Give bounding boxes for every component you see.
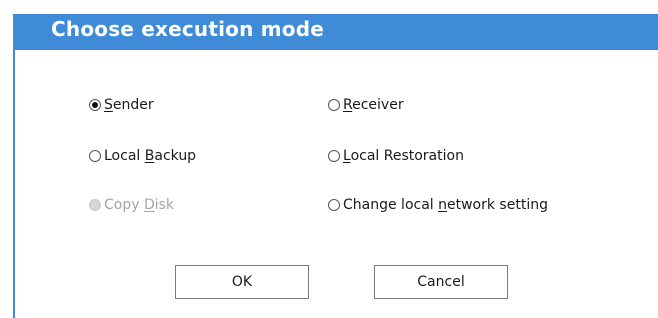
- dialog-left-border: [13, 50, 15, 318]
- radio-indicator-checked[interactable]: [89, 99, 101, 111]
- dialog-title: Choose execution mode: [51, 17, 324, 41]
- radio-sender-label: Sender: [104, 97, 154, 113]
- radio-sender[interactable]: Sender: [89, 95, 154, 115]
- radio-change-network-setting-label: Change local network setting: [343, 197, 548, 213]
- radio-indicator[interactable]: [89, 150, 101, 162]
- radio-local-backup-label: Local Backup: [104, 148, 197, 164]
- radio-local-backup[interactable]: Local Backup: [89, 146, 196, 166]
- radio-local-restoration-label: Local Restoration: [343, 148, 464, 164]
- radio-copy-disk: Copy Disk: [89, 195, 174, 215]
- cancel-button[interactable]: Cancel: [374, 265, 508, 299]
- ok-button[interactable]: OK: [175, 265, 309, 299]
- execution-mode-dialog: Choose execution mode Sender Receiver Lo…: [0, 0, 658, 318]
- radio-indicator-disabled: [89, 199, 101, 211]
- radio-indicator[interactable]: [328, 99, 340, 111]
- radio-receiver[interactable]: Receiver: [328, 95, 404, 115]
- radio-receiver-label: Receiver: [343, 97, 404, 113]
- radio-indicator[interactable]: [328, 150, 340, 162]
- radio-indicator[interactable]: [328, 199, 340, 211]
- radio-copy-disk-label: Copy Disk: [104, 197, 175, 213]
- radio-change-network-setting[interactable]: Change local network setting: [328, 195, 548, 215]
- radio-local-restoration[interactable]: Local Restoration: [328, 146, 464, 166]
